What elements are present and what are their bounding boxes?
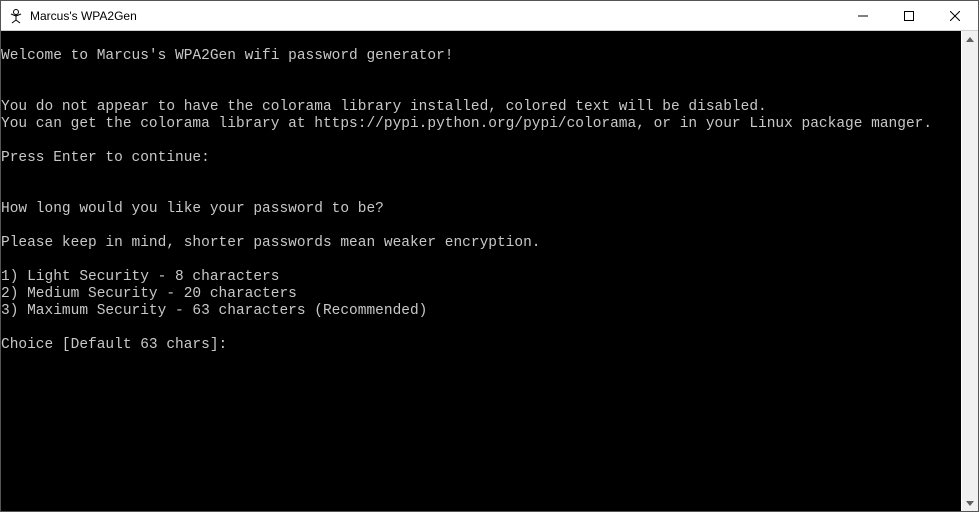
console-line: [1, 82, 961, 99]
app-icon: [8, 8, 24, 24]
titlebar: Marcus's WPA2Gen: [1, 1, 978, 31]
console-line: 1) Light Security - 8 characters: [1, 269, 961, 286]
console-output[interactable]: Welcome to Marcus's WPA2Gen wifi passwor…: [1, 31, 961, 511]
console-line: 2) Medium Security - 20 characters: [1, 286, 961, 303]
maximize-button[interactable]: [886, 1, 932, 30]
console-line: 3) Maximum Security - 63 characters (Rec…: [1, 303, 961, 320]
console-line: [1, 65, 961, 82]
console-line: [1, 167, 961, 184]
window-title: Marcus's WPA2Gen: [30, 9, 840, 23]
console-line: You can get the colorama library at http…: [1, 116, 961, 133]
scroll-track[interactable]: [962, 48, 978, 494]
console-line: Press Enter to continue:: [1, 150, 961, 167]
window-controls: [840, 1, 978, 30]
console-line: Please keep in mind, shorter passwords m…: [1, 235, 961, 252]
console-line: Welcome to Marcus's WPA2Gen wifi passwor…: [1, 48, 961, 65]
console-line: [1, 184, 961, 201]
console-line: [1, 133, 961, 150]
console-line: You do not appear to have the colorama l…: [1, 99, 961, 116]
vertical-scrollbar[interactable]: [961, 31, 978, 511]
console-line: [1, 31, 961, 48]
console-line: Choice [Default 63 chars]:: [1, 337, 961, 354]
scroll-up-arrow[interactable]: [962, 31, 978, 48]
scroll-down-arrow[interactable]: [962, 494, 978, 511]
close-button[interactable]: [932, 1, 978, 30]
console-line: How long would you like your password to…: [1, 201, 961, 218]
console-line: [1, 320, 961, 337]
minimize-button[interactable]: [840, 1, 886, 30]
console-line: [1, 252, 961, 269]
console-line: [1, 218, 961, 235]
console-area: Welcome to Marcus's WPA2Gen wifi passwor…: [1, 31, 978, 511]
scroll-thumb[interactable]: [962, 48, 978, 494]
